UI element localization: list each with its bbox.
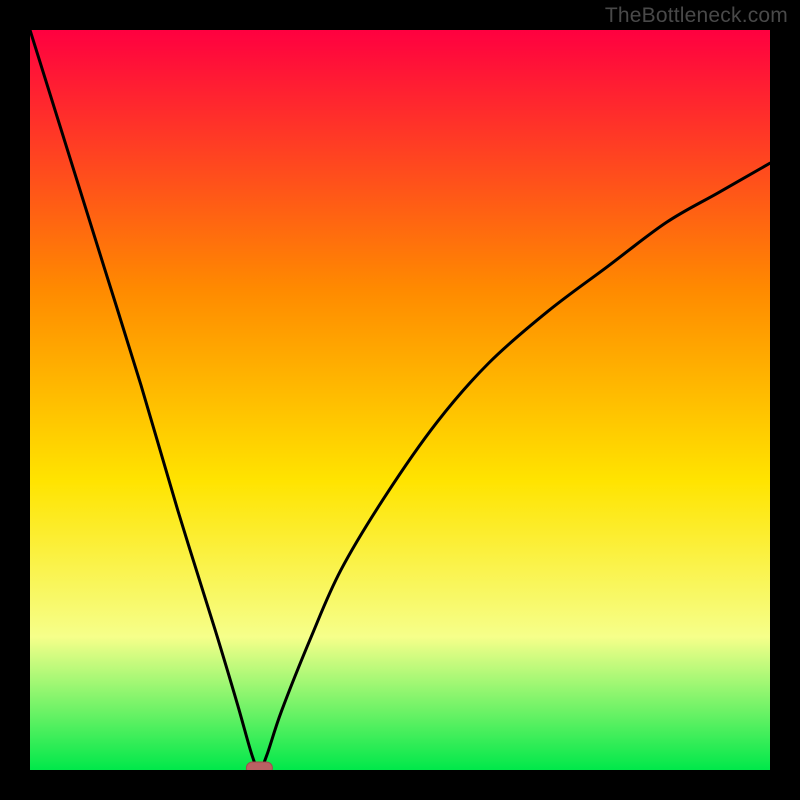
plot-area bbox=[30, 30, 770, 770]
gradient-background bbox=[30, 30, 770, 770]
chart-frame: TheBottleneck.com bbox=[0, 0, 800, 800]
watermark-text: TheBottleneck.com bbox=[605, 4, 788, 28]
chart-svg bbox=[30, 30, 770, 770]
optimum-marker bbox=[246, 762, 272, 770]
